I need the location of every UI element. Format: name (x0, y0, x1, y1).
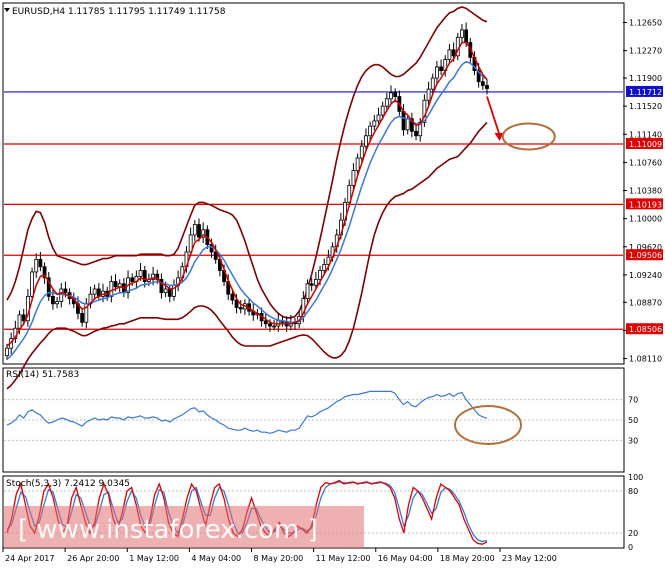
candle-body (305, 283, 310, 300)
candle-body (372, 120, 377, 127)
stoch-tick-label: 80 (628, 487, 638, 496)
candle-body (359, 145, 364, 159)
stoch-title: Stoch(5,3,3) 7.2412 9.0345 (6, 479, 130, 489)
x-tick-label: 16 May 04:00 (378, 554, 433, 563)
level-labels: 1.11009 1.10193 1.09506 1.08506 1.11712 (626, 85, 663, 335)
candle-body (447, 49, 452, 60)
level-label: 1.08506 (629, 325, 662, 334)
main-title: EURUSD,H4 1.11785 1.11795 1.11749 1.1175… (12, 7, 226, 17)
candle-body (5, 347, 9, 356)
candle-body (309, 283, 314, 286)
x-tick-label: 18 May 20:00 (440, 554, 495, 563)
candle-body (460, 29, 464, 38)
level-label: 1.11009 (629, 140, 662, 149)
candle-body (401, 110, 406, 131)
candle-body (63, 288, 68, 294)
candle-body (313, 278, 318, 286)
y-tick-label: 1.11520 (629, 102, 662, 111)
y-tick-label: 1.12270 (629, 47, 662, 56)
chart-root: 1.12650 1.12270 1.11900 1.11520 1.11140 1.107… (0, 0, 665, 568)
x-tick-label: 26 Apr 20:00 (67, 554, 119, 563)
level-label: 1.10193 (629, 200, 662, 209)
candle-body (430, 77, 435, 90)
candle-body (480, 81, 485, 86)
x-tick-label: 4 May 04:00 (191, 554, 241, 563)
candle-body (167, 288, 172, 297)
candle-body (138, 270, 143, 277)
candle-body (17, 314, 22, 329)
candle-body (380, 105, 385, 116)
candle-body (485, 85, 489, 89)
candle-body (435, 66, 439, 79)
y-tick-label: 1.08110 (629, 355, 662, 364)
rsi-title: RSI(14) 51.7583 (6, 370, 79, 380)
candle-body (113, 281, 118, 288)
candle-body (92, 288, 97, 295)
candle-body (364, 135, 368, 147)
rsi-tick-label: 30 (628, 436, 638, 445)
candle-body (109, 281, 114, 297)
candle-body (272, 325, 277, 328)
y-tick-label: 1.10000 (629, 215, 662, 224)
y-tick-label: 1.12650 (629, 19, 662, 28)
candle-body (192, 224, 197, 236)
x-tick-label: 24 Apr 2017 (5, 554, 54, 563)
x-tick-label: 23 May 12:00 (502, 554, 557, 563)
candle-body (414, 130, 418, 137)
y-tick-label: 1.10380 (629, 187, 662, 196)
level-label: 1.09506 (629, 251, 662, 260)
candle-body (163, 288, 168, 294)
y-tick-label: 1.08870 (629, 298, 662, 307)
candle-body (30, 271, 34, 297)
candle-body (51, 295, 55, 305)
candle-body (355, 157, 360, 171)
candle-body (318, 270, 322, 280)
candle-body (451, 49, 456, 57)
candle-body (59, 288, 64, 302)
main-y-axis: 1.12650 1.12270 1.11900 1.11520 1.11140 1.107… (623, 19, 662, 364)
candle-body (130, 277, 135, 282)
candle-body (197, 224, 201, 238)
stoch-tick-label: 20 (628, 529, 638, 538)
candle-body (322, 264, 327, 271)
candle-body (464, 29, 469, 43)
level-label: 1.11712 (629, 88, 662, 97)
candle-body (34, 258, 39, 273)
candle-body (368, 125, 373, 137)
candle-body (405, 118, 410, 131)
candle-body (439, 66, 443, 72)
watermark-text: [ www.instaforex.com ] (18, 515, 318, 545)
candle-body (351, 170, 356, 186)
candle-body (384, 98, 389, 107)
stoch-tick-label: 100 (628, 473, 643, 482)
rsi-tick-label: 70 (628, 396, 638, 405)
candle-body (230, 293, 235, 301)
candle-body (393, 92, 398, 97)
x-tick-label: 11 May 12:00 (316, 554, 371, 563)
candle-body (268, 323, 272, 327)
candle-body (80, 313, 85, 323)
x-tick-label: 1 May 12:00 (129, 554, 179, 563)
stoch-tick-label: 0 (628, 543, 633, 552)
candle-body (263, 320, 268, 325)
y-tick-label: 1.10760 (629, 158, 662, 167)
candle-body (389, 92, 393, 100)
candle-body (238, 307, 243, 310)
candle-body (55, 301, 59, 305)
rsi-tick-label: 50 (628, 416, 638, 425)
chart-svg: 1.12650 1.12270 1.11900 1.11520 1.11140 1.107… (2, 2, 663, 563)
x-axis: 24 Apr 2017 26 Apr 20:00 1 May 12:00 4 May … (2, 548, 557, 563)
x-tick-label: 8 May 20:00 (254, 554, 304, 563)
y-tick-label: 1.11140 (629, 130, 662, 139)
y-tick-label: 1.11900 (629, 74, 662, 83)
main-pane-frame (2, 2, 625, 365)
candle-body (426, 88, 431, 101)
y-tick-label: 1.09240 (629, 271, 662, 280)
candle-body (38, 258, 43, 268)
candle-body (376, 114, 381, 122)
